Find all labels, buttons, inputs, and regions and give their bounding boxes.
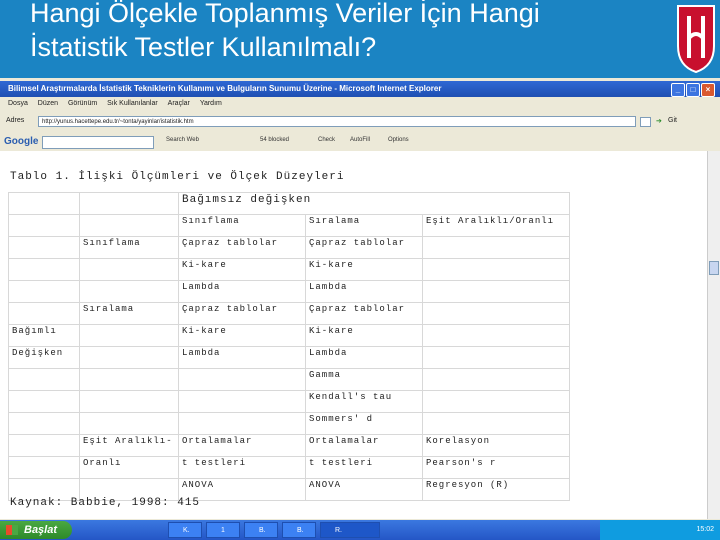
browser-window: Bilimsel Araştırmalarda İstatistik Tekni…: [0, 78, 720, 540]
check-button[interactable]: Check: [318, 137, 335, 143]
maximize-button[interactable]: □: [686, 83, 700, 97]
search-web-button[interactable]: Search Web: [166, 137, 199, 143]
slide-title-line-1: Hangi Ölçekle Toplanmış Veriler İçin Han…: [30, 0, 540, 28]
options-button[interactable]: Options: [388, 137, 409, 143]
taskbar: Başlat K. 1 B. B. R. 15:02: [0, 520, 720, 540]
table-row: Sınıflama Çapraz tablolar Çapraz tablolar: [8, 236, 570, 259]
google-toolbar: Google Search Web 54 blocked Check AutoF…: [0, 134, 720, 150]
menu-bar: Dosya Düzen Görünüm Sık Kullanılanlar Ar…: [0, 98, 720, 110]
vertical-scrollbar[interactable]: [707, 151, 720, 519]
system-tray: 15:02: [600, 520, 720, 540]
go-button[interactable]: Git: [668, 117, 677, 124]
windows-flag-icon: [6, 525, 18, 535]
menu-favorites[interactable]: Sık Kullanılanlar: [107, 100, 158, 107]
taskbar-item[interactable]: B.: [244, 522, 278, 538]
popup-blocked-indicator[interactable]: 54 blocked: [260, 137, 289, 143]
table-cell: [79, 214, 179, 237]
table-cell: [79, 192, 179, 215]
taskbar-item-active[interactable]: R.: [320, 522, 380, 538]
table-row: Bağımlı Ki-kare Ki-kare: [8, 324, 570, 347]
university-logo-icon: [677, 5, 715, 74]
address-label: Adres: [6, 117, 25, 124]
table-row: Oranlı t testleri t testleri Pearson's r: [8, 456, 570, 479]
window-title: Bilimsel Araştırmalarda İstatistik Tekni…: [8, 84, 442, 93]
go-arrow-icon[interactable]: ➔: [656, 117, 662, 125]
menu-edit[interactable]: Düzen: [38, 100, 58, 107]
table-subheader: Sıralama: [305, 214, 423, 237]
minimize-button[interactable]: _: [671, 83, 685, 97]
table-row: Ki-kare Ki-kare: [8, 258, 570, 281]
table-cell: [8, 192, 80, 215]
row-label-variable: Değişken: [8, 346, 80, 369]
slide-title: Hangi Ölçekle Toplanmış Veriler İçin Han…: [30, 0, 650, 64]
autofill-button[interactable]: AutoFill: [350, 137, 370, 143]
close-button[interactable]: ×: [701, 83, 715, 97]
menu-tools[interactable]: Araçlar: [168, 100, 190, 107]
table-source: Kaynak: Babbie, 1998: 415: [10, 497, 201, 509]
table-row: Lambda Lambda: [8, 280, 570, 303]
slide-header: Hangi Ölçekle Toplanmış Veriler İçin Han…: [0, 0, 720, 78]
menu-file[interactable]: Dosya: [8, 100, 28, 107]
menu-help[interactable]: Yardım: [200, 100, 222, 107]
statistics-table: Bağımsız değişken Sınıflama Sıralama Eşi…: [8, 192, 570, 501]
menu-view[interactable]: Görünüm: [68, 100, 97, 107]
window-titlebar: Bilimsel Araştırmalarda İstatistik Tekni…: [0, 81, 720, 97]
start-label: Başlat: [24, 524, 58, 536]
google-search-input[interactable]: [42, 136, 154, 149]
table-row: Kendall's tau: [8, 390, 570, 413]
address-input[interactable]: http://yunus.hacettepe.edu.tr/~tonta/yay…: [38, 116, 636, 127]
taskbar-item[interactable]: K.: [168, 522, 202, 538]
slide-title-line-2: İstatistik Testler Kullanılmalı?: [30, 32, 377, 62]
table-caption: Tablo 1. İlişki Ölçümleri ve Ölçek Düzey…: [10, 171, 345, 183]
table-row: Sommers' d: [8, 412, 570, 435]
table-row: Eşit Aralıklı- Ortalamalar Ortalamalar Kore…: [8, 434, 570, 457]
taskbar-item[interactable]: B.: [282, 522, 316, 538]
row-label-dependent: Bağımlı: [8, 324, 80, 347]
table-subheader: Sınıflama: [178, 214, 306, 237]
table-cell: [8, 214, 80, 237]
address-dropdown-icon[interactable]: [640, 117, 651, 127]
clock: 15:02: [696, 526, 714, 533]
table-row: Gamma: [8, 368, 570, 391]
table-subheader: Eşit Aralıklı/Oranlı: [422, 214, 570, 237]
table-row: Değişken Lambda Lambda: [8, 346, 570, 369]
scrollbar-thumb[interactable]: [709, 261, 719, 275]
table-row: Sıralama Çapraz tablolar Çapraz tablolar: [8, 302, 570, 325]
page-content: Tablo 1. İlişki Ölçümleri ve Ölçek Düzey…: [0, 151, 707, 519]
google-logo: Google: [4, 136, 39, 147]
start-button[interactable]: Başlat: [0, 521, 72, 539]
taskbar-item[interactable]: 1: [206, 522, 240, 538]
table-header-group: Bağımsız değişken: [178, 192, 570, 215]
address-bar: Adres http://yunus.hacettepe.edu.tr/~ton…: [0, 113, 720, 131]
